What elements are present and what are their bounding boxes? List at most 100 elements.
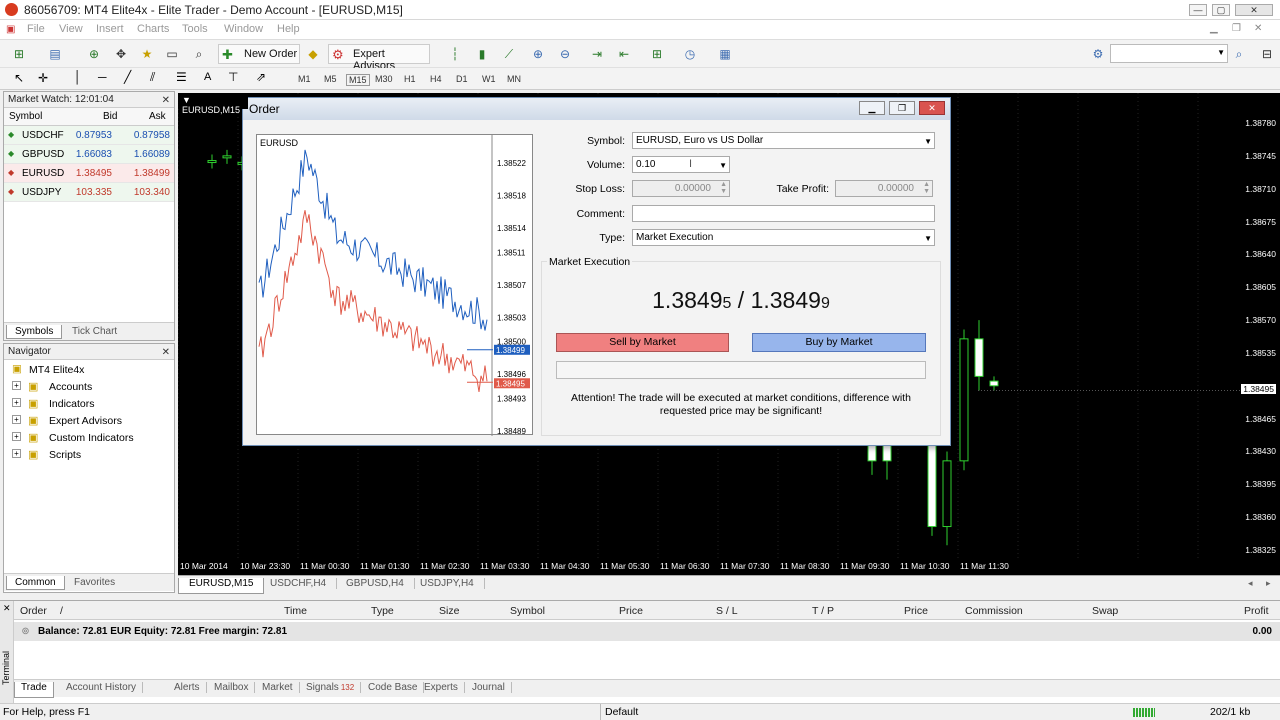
market-watch-row[interactable]: ◆ USDCHF 0.87953 0.87958 bbox=[4, 126, 174, 145]
terminal-tab-mailbox[interactable]: Mailbox bbox=[208, 682, 256, 693]
nav-item[interactable]: + ▣ Scripts bbox=[4, 447, 174, 464]
terminal-tab-trade[interactable]: Trade bbox=[14, 682, 54, 698]
search-icon[interactable]: ⌕ bbox=[1230, 45, 1248, 63]
terminal-icon[interactable]: ▭ bbox=[163, 45, 181, 63]
terminal-col-tp[interactable]: T / P bbox=[812, 605, 834, 617]
type-select[interactable]: Market Execution ▼ bbox=[632, 229, 935, 246]
data-window-icon[interactable]: ✥ bbox=[112, 45, 130, 63]
mdi-restore-icon[interactable]: ❐ bbox=[1232, 23, 1241, 34]
market-watch-row[interactable]: ◆ EURUSD 1.38495 1.38499 bbox=[4, 164, 174, 183]
terminal-tab-account-history[interactable]: Account History bbox=[60, 682, 144, 693]
expand-icon[interactable]: + bbox=[12, 415, 21, 424]
trendline-icon[interactable]: ╱ bbox=[124, 70, 131, 84]
nav-root[interactable]: ▣ MT4 Elite4x bbox=[4, 362, 174, 379]
crosshair-icon[interactable]: ✛ bbox=[38, 71, 48, 85]
terminal-tab-signals[interactable]: Signals 132 bbox=[300, 682, 362, 693]
timeframe-mn[interactable]: MN bbox=[507, 74, 521, 84]
templates-icon[interactable]: ▦ bbox=[716, 45, 734, 63]
symbol-select[interactable]: EURUSD, Euro vs US Dollar ▼ bbox=[632, 132, 935, 149]
terminal-col-sl[interactable]: S / L bbox=[716, 605, 738, 617]
cursor-icon[interactable]: ↖ bbox=[14, 71, 24, 85]
nav-item[interactable]: + ▣ Indicators bbox=[4, 396, 174, 413]
terminal-col-order[interactable]: Order bbox=[20, 605, 47, 617]
market-watch-close-icon[interactable]: ✕ bbox=[162, 93, 170, 109]
vertical-line-icon[interactable]: │ bbox=[74, 70, 82, 84]
chart-tabs-right-icon[interactable]: ▸ bbox=[1266, 578, 1271, 589]
connection-status-icon[interactable] bbox=[1133, 708, 1155, 717]
balance-row[interactable]: ◎ Balance: 72.81 EUR Equity: 72.81 Free … bbox=[14, 622, 1280, 641]
timeframe-h4[interactable]: H4 bbox=[430, 74, 442, 84]
comment-input[interactable] bbox=[632, 205, 935, 222]
volume-dropdown-icon[interactable]: ▼ bbox=[719, 158, 727, 173]
timeframe-h1[interactable]: H1 bbox=[404, 74, 416, 84]
community-icon[interactable]: ⊟ bbox=[1258, 45, 1276, 63]
timeframe-m30[interactable]: M30 bbox=[375, 74, 393, 84]
stop-loss-spinner-icon[interactable]: ▲ ▼ bbox=[720, 181, 727, 195]
type-dropdown-icon[interactable]: ▼ bbox=[924, 231, 932, 246]
mdi-minimize-icon[interactable]: ▁ bbox=[1210, 23, 1218, 34]
terminal-col-sort[interactable]: / bbox=[60, 605, 63, 617]
text-tool-icon[interactable]: A bbox=[204, 71, 211, 83]
chart-menu-icon[interactable]: ▣ bbox=[6, 24, 15, 35]
nav-item[interactable]: + ▣ Expert Advisors bbox=[4, 413, 174, 430]
stop-loss-input[interactable]: 0.00000 ▲ ▼ bbox=[632, 180, 730, 197]
menu-insert[interactable]: Insert bbox=[96, 23, 124, 35]
chart-tabs-left-icon[interactable]: ◂ bbox=[1248, 578, 1253, 589]
dialog-restore-button[interactable]: ❐ bbox=[889, 101, 915, 115]
timeframe-w1[interactable]: W1 bbox=[482, 74, 496, 84]
chart-tab-usdjpy[interactable]: USDJPY,H4 bbox=[410, 578, 485, 589]
indicators-list-icon[interactable]: ⊞ bbox=[648, 45, 666, 63]
minimize-button[interactable]: — bbox=[1189, 4, 1207, 16]
periods-clock-icon[interactable]: ◷ bbox=[681, 45, 699, 63]
timeframe-d1[interactable]: D1 bbox=[456, 74, 468, 84]
chart-tab-eurusd[interactable]: EURUSD,M15 bbox=[178, 578, 265, 594]
terminal-close-icon[interactable]: ✕ bbox=[3, 603, 11, 614]
maximize-button[interactable]: ▢ bbox=[1212, 4, 1230, 16]
menu-window[interactable]: Window bbox=[224, 23, 263, 35]
expert-advisors-button[interactable]: ⚙ Expert Advisors bbox=[328, 44, 430, 72]
market-watch-toggle-icon[interactable]: ⊕ bbox=[85, 45, 103, 63]
terminal-col-symbol[interactable]: Symbol bbox=[510, 605, 545, 617]
timeframe-m5[interactable]: M5 bbox=[324, 74, 337, 84]
close-button[interactable]: ✕ bbox=[1235, 4, 1273, 16]
terminal-col-profit[interactable]: Profit bbox=[1244, 605, 1269, 617]
channel-icon[interactable]: ⫽ bbox=[150, 70, 155, 85]
zoom-out-icon[interactable]: ⊖ bbox=[556, 45, 574, 63]
profiles-icon[interactable]: ▤ bbox=[46, 45, 64, 63]
buy-by-market-button[interactable]: Buy by Market bbox=[752, 333, 926, 352]
terminal-col-price2[interactable]: Price bbox=[904, 605, 928, 617]
mdi-close-icon[interactable]: ✕ bbox=[1254, 23, 1262, 34]
terminal-tab-experts[interactable]: Experts bbox=[418, 682, 465, 693]
navigator-icon[interactable]: ★ bbox=[138, 45, 156, 63]
menu-help[interactable]: Help bbox=[277, 23, 300, 35]
tab-favorites[interactable]: Favorites bbox=[66, 576, 123, 589]
search-dropdown-icon[interactable]: ▼ bbox=[1217, 48, 1225, 57]
zoom-in-icon[interactable]: ⊕ bbox=[529, 45, 547, 63]
menu-charts[interactable]: Charts bbox=[137, 23, 169, 35]
navigator-close-icon[interactable]: ✕ bbox=[162, 345, 170, 361]
col-symbol[interactable]: Symbol bbox=[9, 111, 42, 122]
expand-icon[interactable]: + bbox=[12, 432, 21, 441]
timeframe-m15[interactable]: M15 bbox=[346, 74, 370, 86]
text-label-icon[interactable]: ⊤ bbox=[228, 70, 238, 84]
arrows-icon[interactable]: ⇗ bbox=[256, 70, 266, 84]
nav-item[interactable]: + ▣ Accounts bbox=[4, 379, 174, 396]
terminal-tab-market[interactable]: Market bbox=[256, 682, 300, 693]
take-profit-spinner-icon[interactable]: ▲ ▼ bbox=[923, 181, 930, 195]
expand-icon[interactable]: + bbox=[12, 381, 21, 390]
dialog-close-button[interactable]: ✕ bbox=[919, 101, 945, 115]
line-chart-icon[interactable]: ⟋ bbox=[500, 45, 518, 63]
chart-tab-gbpusd[interactable]: GBPUSD,H4 bbox=[336, 578, 415, 589]
chart-shift-icon[interactable]: ⇥ bbox=[588, 45, 606, 63]
timeframe-m1[interactable]: M1 bbox=[298, 74, 311, 84]
tab-symbols[interactable]: Symbols bbox=[6, 325, 63, 339]
new-order-button[interactable]: ✚ New Order bbox=[218, 44, 300, 64]
expand-icon[interactable]: + bbox=[12, 398, 21, 407]
menu-tools[interactable]: Tools bbox=[182, 23, 208, 35]
horizontal-line-icon[interactable]: ─ bbox=[98, 70, 107, 84]
market-watch-row[interactable]: ◆ GBPUSD 1.66083 1.66089 bbox=[4, 145, 174, 164]
chart-tab-usdchf[interactable]: USDCHF,H4 bbox=[260, 578, 338, 589]
terminal-col-commission[interactable]: Commission bbox=[965, 605, 1023, 617]
auto-scroll-icon[interactable]: ⇤ bbox=[615, 45, 633, 63]
take-profit-input[interactable]: 0.00000 ▲ ▼ bbox=[835, 180, 933, 197]
